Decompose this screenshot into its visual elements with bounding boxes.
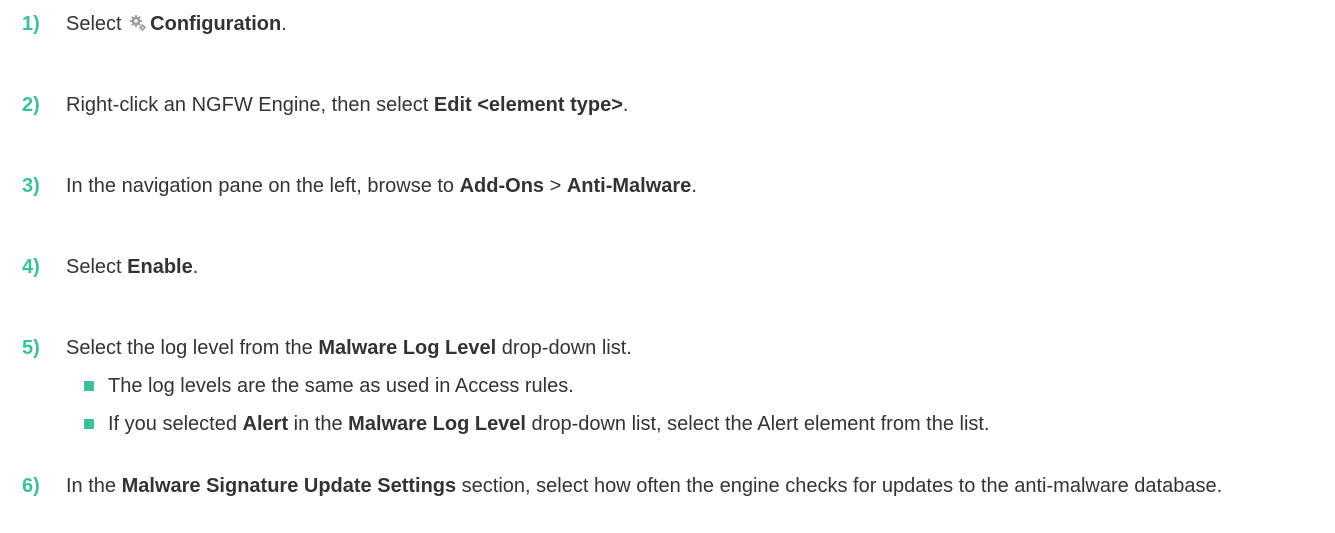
bold-term: Add-Ons xyxy=(459,175,545,197)
text-run: In the xyxy=(66,475,122,497)
text-run: section, select how often the engine che… xyxy=(456,475,1223,497)
step-text: Select Configuration. xyxy=(66,12,1316,36)
bold-term: Malware Log Level xyxy=(348,413,526,435)
text-run: Select xyxy=(66,256,128,278)
text-run: The log levels are the same as used in A… xyxy=(108,375,574,397)
step-number: 2) xyxy=(22,94,40,116)
text-run: in the xyxy=(288,413,349,435)
bold-term: Configuration xyxy=(150,13,282,35)
text-run: In the navigation pane on the left, brow… xyxy=(66,175,460,197)
step-text: In the navigation pane on the left, brow… xyxy=(66,174,1316,198)
step-number: 6) xyxy=(22,475,40,497)
bold-term: Malware Signature Update Settings xyxy=(121,475,457,497)
gear-icon xyxy=(130,15,147,31)
step-number: 5) xyxy=(22,337,40,359)
step-text: Select the log level from the Malware Lo… xyxy=(66,336,1316,360)
step-text: Select Enable. xyxy=(66,255,1316,279)
substep-text: If you selected Alert in the Malware Log… xyxy=(108,412,990,436)
text-run: If you selected xyxy=(108,413,243,435)
bold-term: Malware Log Level xyxy=(318,337,497,359)
step-number: 1) xyxy=(22,13,40,35)
text-run: Select xyxy=(66,13,128,35)
step-text: In the Malware Signature Update Settings… xyxy=(66,474,1316,498)
text-run: . xyxy=(691,175,697,197)
bullet-square-icon xyxy=(84,381,94,391)
bold-term: Alert xyxy=(242,413,289,435)
bullet-square-icon xyxy=(84,419,94,429)
text-run: drop-down list. xyxy=(496,337,632,359)
bold-term: Anti-Malware xyxy=(566,175,692,197)
text-run: . xyxy=(281,13,287,35)
step-number: 4) xyxy=(22,256,40,278)
text-run: drop-down list, select the Alert element… xyxy=(526,413,990,435)
step-text: Right-click an NGFW Engine, then select … xyxy=(66,93,1316,117)
procedure: 1) Select Configuration. 2) Right-click … xyxy=(0,0,1335,533)
text-run: Select the log level from the xyxy=(66,337,319,359)
text-run: Right-click an NGFW Engine, then select xyxy=(66,94,434,116)
step-number: 3) xyxy=(22,175,40,197)
text-run: . xyxy=(622,94,629,116)
substep-text: The log levels are the same as used in A… xyxy=(108,374,574,398)
bold-term: Enable xyxy=(127,256,193,278)
text-run: > xyxy=(544,175,567,197)
bold-term: Edit <element type> xyxy=(433,94,623,116)
text-run: . xyxy=(192,256,199,278)
